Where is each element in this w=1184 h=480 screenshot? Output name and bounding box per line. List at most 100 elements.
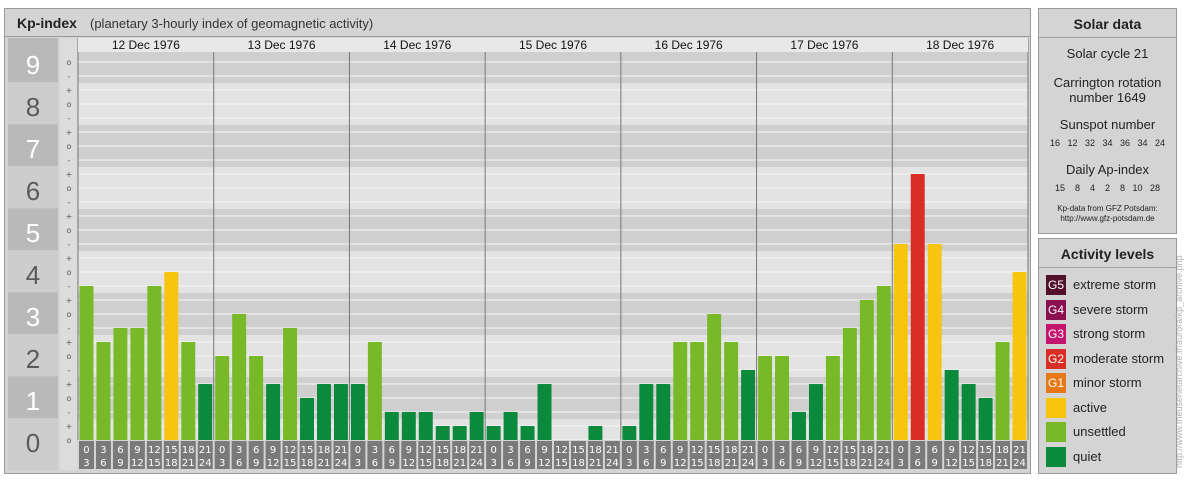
kp-bar: [944, 369, 959, 440]
minor-tick-label: o: [67, 58, 72, 67]
kp-bar: [198, 384, 213, 440]
hour-label-end: 6: [236, 458, 242, 469]
carrington-line-2: number 1649: [1069, 90, 1146, 105]
hour-label-start: 21: [742, 445, 755, 456]
carrington-line-1: Carrington rotation: [1053, 75, 1162, 90]
ap-label: Daily Ap-index: [1065, 162, 1150, 177]
kp-bar: [910, 174, 925, 440]
minor-tick-label: -: [68, 198, 71, 207]
legend-label: minor storm: [1073, 375, 1142, 390]
hour-label-end: 24: [742, 458, 755, 469]
minor-tick-label: o: [67, 436, 72, 445]
hour-label-end: 18: [436, 458, 449, 469]
hour-label-start: 12: [555, 445, 568, 456]
activity-levels-panel: Activity levels G5 extreme storm G4 severe …: [1038, 238, 1177, 474]
kp-bar: [775, 356, 789, 440]
hour-label-end: 12: [538, 458, 551, 469]
y-tick-label: 0: [26, 428, 40, 458]
kp-bar: [978, 398, 993, 440]
hour-label-start: 15: [436, 445, 449, 456]
hour-label-start: 6: [796, 445, 802, 456]
kp-bar: [537, 384, 552, 440]
hour-label-end: 9: [796, 458, 802, 469]
day-label: 15 Dec 1976: [519, 38, 587, 52]
hour-label-start: 6: [660, 445, 666, 456]
kp-bar: [758, 356, 773, 440]
hour-label-end: 15: [827, 458, 840, 469]
hour-label-end: 24: [335, 458, 348, 469]
hour-label-start: 3: [372, 445, 378, 456]
hour-label-start: 21: [199, 445, 212, 456]
legend-label: quiet: [1073, 448, 1102, 464]
minor-tick-label: +: [66, 380, 73, 389]
kp-bar: [384, 411, 399, 440]
kp-bar: [588, 426, 603, 440]
hour-label-end: 6: [915, 458, 921, 469]
minor-tick-label: o: [67, 310, 72, 319]
hour-label-end: 18: [844, 458, 857, 469]
chart-title: Kp-index: [17, 15, 77, 31]
minor-tick-label: -: [68, 282, 71, 291]
y-tick-label: 9: [26, 50, 40, 80]
kp-bar: [927, 243, 942, 440]
hour-label-end: 9: [117, 458, 123, 469]
day-label: 17 Dec 1976: [790, 38, 858, 52]
minor-tick-label: o: [67, 142, 72, 151]
hour-label-end: 9: [389, 458, 395, 469]
hour-label-start: 15: [844, 445, 857, 456]
kp-bar: [622, 426, 637, 440]
minor-tick-label: o: [67, 352, 72, 361]
hour-label-start: 18: [318, 445, 331, 456]
day-label: 16 Dec 1976: [655, 38, 723, 52]
kp-bar: [164, 272, 179, 440]
kp-bar: [724, 342, 739, 440]
kp-bar: [690, 342, 705, 440]
hour-label-start: 9: [948, 445, 954, 456]
legend-label: active: [1073, 399, 1107, 415]
kp-bar: [147, 285, 162, 440]
hour-label-start: 18: [589, 445, 602, 456]
y-tick-label: 7: [26, 134, 40, 164]
legend-label: unsettled: [1073, 424, 1126, 439]
day-label: 18 Dec 1976: [926, 38, 994, 52]
minor-tick-label: -: [68, 324, 71, 333]
kp-bar: [232, 314, 247, 440]
hour-label-end: 6: [372, 458, 378, 469]
kp-bar: [995, 342, 1010, 440]
minor-tick-label: +: [66, 254, 73, 263]
hour-label-end: 3: [219, 458, 225, 469]
y-tick-label: 2: [26, 344, 40, 374]
kp-bar: [792, 411, 806, 440]
hour-label-end: 9: [524, 458, 530, 469]
hour-label-end: 3: [762, 458, 768, 469]
kp-bar: [249, 356, 264, 440]
kp-bar: [266, 384, 281, 440]
legend-label: strong storm: [1073, 326, 1146, 341]
source-link[interactable]: http://www.gfz-potsdam.de: [1039, 214, 1176, 223]
y-tick-label: 6: [26, 176, 40, 206]
hour-label-end: 12: [131, 458, 144, 469]
legend-swatch: G5: [1046, 275, 1066, 295]
kp-bar: [79, 285, 94, 440]
hour-label-end: 24: [606, 458, 619, 469]
hour-label-end: 12: [402, 458, 415, 469]
kp-bar: [961, 384, 976, 440]
kp-bar: [317, 384, 331, 440]
hour-label-end: 15: [962, 458, 975, 469]
hour-label-start: 18: [860, 445, 873, 456]
kp-bar: [96, 342, 111, 440]
hour-label-start: 21: [1013, 445, 1026, 456]
hour-label-start: 12: [691, 445, 704, 456]
hour-label-end: 15: [691, 458, 704, 469]
hour-label-start: 15: [708, 445, 721, 456]
y-tick-label: 3: [26, 302, 40, 332]
kp-bar: [503, 411, 518, 440]
hour-label-end: 18: [165, 458, 178, 469]
hour-label-start: 6: [389, 445, 395, 456]
hour-label-start: 3: [507, 445, 513, 456]
minor-tick-label: -: [68, 156, 71, 165]
hour-label-end: 21: [589, 458, 602, 469]
legend-swatch: [1046, 397, 1066, 418]
hour-label-start: 18: [182, 445, 195, 456]
hour-label-end: 3: [898, 458, 904, 469]
